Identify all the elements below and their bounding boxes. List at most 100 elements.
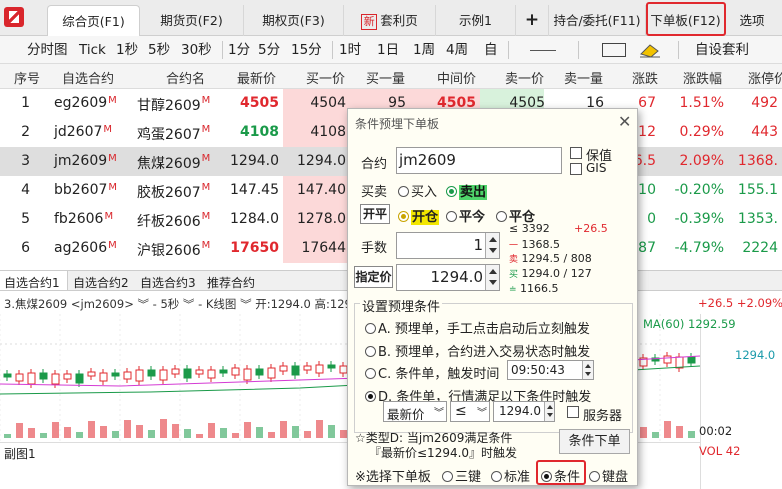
tab-options[interactable]: 期权页(F3) — [244, 5, 344, 36]
cell-name: 焦煤2609M — [137, 153, 211, 172]
main-contract-badge: M — [104, 211, 114, 222]
cell-last: 1294.0 — [230, 153, 279, 169]
option-b-radio[interactable]: B. 预埋单，合约进入交易状态时触发 — [365, 341, 590, 360]
period-1m-button[interactable]: 1分 — [228, 41, 250, 59]
period-30s-button[interactable]: 30秒 — [181, 41, 212, 59]
close-today-radio[interactable]: 平今 — [446, 206, 485, 225]
cell-code: jd2607M — [54, 124, 113, 140]
cell-no: 5 — [21, 211, 30, 227]
stepper-up-icon[interactable] — [585, 364, 591, 368]
col-askvol[interactable]: 卖一量 — [564, 68, 603, 87]
stepper-down-icon[interactable] — [585, 372, 591, 376]
stepper-down-icon[interactable] — [547, 413, 553, 417]
contract-input[interactable]: jm2609 — [396, 147, 562, 174]
option-b-radio-icon — [365, 346, 376, 357]
main-contract-badge: M — [201, 240, 211, 251]
period-4w-button[interactable]: 4周 — [446, 41, 468, 59]
cell-bid: 1278.0 — [297, 211, 346, 227]
main-contract-badge: M — [108, 153, 117, 164]
cell-code: jm2609M — [54, 153, 117, 169]
col-change-pct[interactable]: 涨跌幅 — [683, 68, 722, 87]
period-1s-button[interactable]: 1秒 — [116, 41, 138, 59]
cell-no: 4 — [21, 182, 30, 198]
add-tab-button[interactable]: + — [516, 5, 549, 36]
tab-futures[interactable]: 期货页(F2) — [140, 5, 244, 36]
period-timeshare-button[interactable]: 分时图 — [27, 41, 68, 59]
close-icon[interactable]: ✕ — [618, 112, 631, 131]
watchlist-tab-3[interactable]: 自选合约3 — [140, 274, 196, 291]
col-code[interactable]: 自选合约 — [62, 68, 114, 87]
submit-condition-order-button[interactable]: 条件下单 — [559, 429, 630, 454]
time-stepper[interactable] — [582, 361, 593, 379]
sell-radio[interactable]: 卖出 — [446, 181, 488, 200]
col-index[interactable]: 序号 — [14, 68, 40, 87]
price-stepper[interactable] — [485, 265, 499, 290]
board-keyboard-radio[interactable]: 键盘 — [589, 466, 628, 485]
period-custom-button[interactable]: 自 — [484, 41, 498, 59]
eraser-icon[interactable] — [638, 42, 662, 58]
subchart-label: 副图1 — [4, 447, 36, 461]
rect-tool-icon[interactable] — [602, 43, 626, 57]
value-stepper[interactable] — [544, 402, 554, 421]
col-change[interactable]: 涨跌 — [632, 68, 658, 87]
watchlist-tab-2[interactable]: 自选合约2 — [73, 274, 129, 291]
col-mid[interactable]: 中间价 — [437, 68, 476, 87]
main-contract-badge: M — [108, 95, 117, 106]
period-5s-button[interactable]: 5秒 — [148, 41, 170, 59]
watchlist-tab-recommended[interactable]: 推荐合约 — [207, 274, 255, 291]
open-radio[interactable]: 开仓 — [398, 206, 440, 225]
tab-arbitrage[interactable]: 新套利页 — [344, 5, 436, 36]
tab-settings[interactable]: 选项 — [726, 5, 778, 36]
col-bid[interactable]: 买一价 — [306, 68, 345, 87]
gis-checkbox[interactable] — [570, 163, 582, 175]
period-1d-button[interactable]: 1日 — [377, 41, 399, 59]
condition-field-select[interactable]: 最新价 ︾ — [383, 401, 447, 422]
ask-price-value: 一 1368.5 — [509, 238, 561, 251]
condition-operator-select[interactable]: ≤ ︾ — [450, 401, 490, 422]
buy-radio[interactable]: 买入 — [398, 181, 437, 200]
main-contract-badge: M — [201, 182, 211, 193]
col-ask[interactable]: 卖一价 — [505, 68, 544, 87]
stepper-up-icon[interactable] — [489, 269, 497, 274]
qty-input[interactable]: 1 — [396, 232, 500, 259]
cell-chg: 12 — [638, 124, 656, 140]
dialog-titlebar[interactable]: 条件预埋下单板 ✕ — [348, 109, 637, 135]
tab-overview[interactable]: 综合页(F1) — [47, 5, 140, 36]
price-input[interactable]: 1294.0 — [396, 264, 500, 291]
tab-positions-orders[interactable]: 持合/委托(F11) — [549, 5, 646, 36]
tab-example1[interactable]: 示例1 — [436, 5, 516, 36]
col-bidvol[interactable]: 买一量 — [366, 68, 405, 87]
qty-stepper[interactable] — [485, 233, 499, 258]
cell-limit: 492 — [751, 95, 778, 111]
cell-bid: 4504 — [310, 95, 346, 111]
col-last[interactable]: 最新价 — [237, 68, 276, 87]
stepper-up-icon[interactable] — [547, 405, 553, 409]
period-1h-button[interactable]: 1时 — [339, 41, 361, 59]
stepper-up-icon[interactable] — [489, 237, 497, 242]
option-a-radio[interactable]: A. 预埋单，手工点击启动后立刻触发 — [365, 318, 590, 337]
custom-arbitrage-button[interactable]: 自设套利 — [695, 41, 749, 59]
limit-up-value: ≤ 3392 — [509, 222, 550, 235]
trigger-time-input[interactable]: 09:50:43 — [507, 360, 594, 380]
period-1w-button[interactable]: 1周 — [413, 41, 435, 59]
stepper-down-icon[interactable] — [489, 280, 497, 285]
volume-label: VOL 42 — [699, 444, 741, 458]
price-type-label[interactable]: 指定价 — [354, 266, 393, 288]
watchlist-tab-1[interactable]: 自选合约1 — [4, 274, 60, 291]
cell-pct: -0.20% — [674, 182, 724, 198]
condition-value-input[interactable]: 1294.0 — [493, 401, 555, 422]
col-limit-up[interactable]: 涨停价 — [748, 68, 782, 87]
board-standard-radio[interactable]: 标准 — [491, 466, 530, 485]
server-checkbox[interactable] — [567, 406, 579, 418]
period-tick-button[interactable]: Tick — [79, 41, 106, 59]
stepper-down-icon[interactable] — [489, 248, 497, 253]
chart-contract-info[interactable]: 3.焦煤2609 <jm2609> ︾ - 5秒 ︾ - K线图 ︾ 开:129… — [4, 296, 370, 312]
board-three-key-radio[interactable]: 三键 — [442, 466, 481, 485]
period-15m-button[interactable]: 15分 — [291, 41, 322, 59]
option-c-radio[interactable]: C. 条件单，触发时间 — [365, 363, 499, 382]
col-name[interactable]: 合约名 — [166, 68, 205, 87]
period-5m-button[interactable]: 5分 — [258, 41, 280, 59]
hedge-checkbox[interactable] — [570, 147, 582, 159]
cell-last: 17650 — [230, 240, 279, 256]
line-tool-icon[interactable] — [530, 50, 556, 51]
